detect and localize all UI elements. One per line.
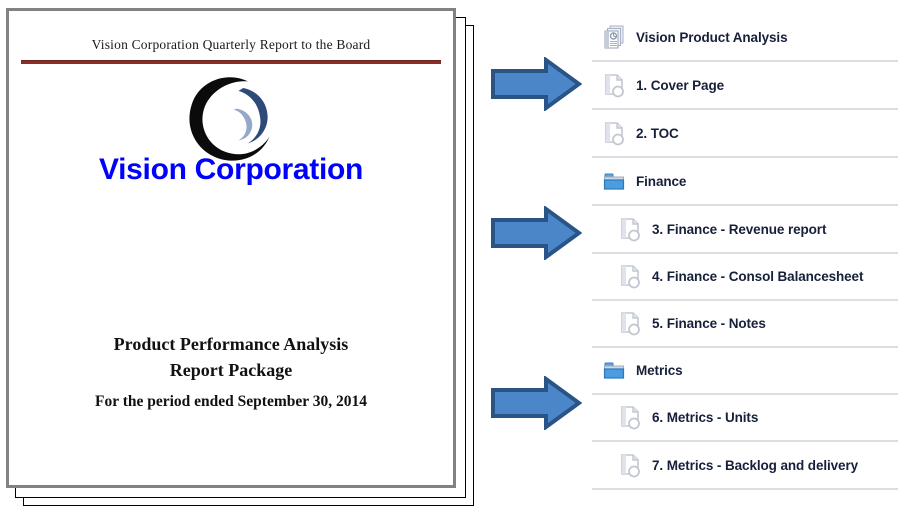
file-icon [602,121,626,147]
right-block-arrow-icon-3 [490,375,583,431]
document-title-block: Product Performance Analysis Report Pack… [9,331,453,383]
outline-row-label: 2. TOC [636,126,679,141]
outline-row-label: 5. Finance - Notes [652,316,766,331]
outline-row-toc[interactable]: 2. TOC [592,111,898,158]
document-company-name: Vision Corporation [98,153,364,186]
file-icon [618,311,642,337]
file-icon [618,264,642,290]
right-block-arrow-icon-1 [490,56,583,112]
cover-page-document-stack: Vision Corporation Quarterly Report to t… [0,0,480,514]
document-title-line-1: Product Performance Analysis [113,334,349,354]
file-icon [618,453,642,479]
outline-row-label: 1. Cover Page [636,78,724,93]
report-stack-icon [602,25,626,51]
outline-row-finance-consol-balancesheet[interactable]: 4. Finance - Consol Balancesheet [592,254,898,301]
folder-icon [602,358,626,384]
outline-row-label: Metrics [636,363,683,378]
outline-row-label: Finance [636,174,687,189]
outline-row-label: 3. Finance - Revenue report [652,222,827,237]
outline-row-finance-revenue-report[interactable]: 3. Finance - Revenue report [592,207,898,254]
outline-row-folder-finance[interactable]: Finance [592,159,898,206]
file-icon [602,73,626,99]
outline-row-folder-metrics[interactable]: Metrics [592,348,898,395]
document-cover-page: Vision Corporation Quarterly Report to t… [6,8,456,488]
document-period-line: For the period ended September 30, 2014 [95,393,367,410]
document-header-rule [21,60,441,64]
file-icon [618,405,642,431]
file-icon [618,217,642,243]
vision-crescent-logo-icon [183,73,279,163]
outline-row-finance-notes[interactable]: 5. Finance - Notes [592,301,898,348]
outline-row-label: Vision Product Analysis [636,30,788,45]
outline-row-cover-page[interactable]: 1. Cover Page [592,63,898,110]
folder-icon [602,169,626,195]
outline-row-label: 4. Finance - Consol Balancesheet [652,269,864,284]
document-running-header: Vision Corporation Quarterly Report to t… [91,37,371,52]
outline-row-metrics-backlog-and-delivery[interactable]: 7. Metrics - Backlog and delivery [592,443,898,490]
outline-row-metrics-units[interactable]: 6. Metrics - Units [592,395,898,442]
outline-row-label: 7. Metrics - Backlog and delivery [652,458,859,473]
outline-row-label: 6. Metrics - Units [652,410,759,425]
outline-row-vision-product-analysis[interactable]: Vision Product Analysis [592,15,898,62]
document-outline-panel: Vision Product Analysis 1. Cover Page 2.… [592,0,898,514]
right-block-arrow-icon-2 [490,205,583,261]
document-title-line-2: Report Package [169,360,293,381]
